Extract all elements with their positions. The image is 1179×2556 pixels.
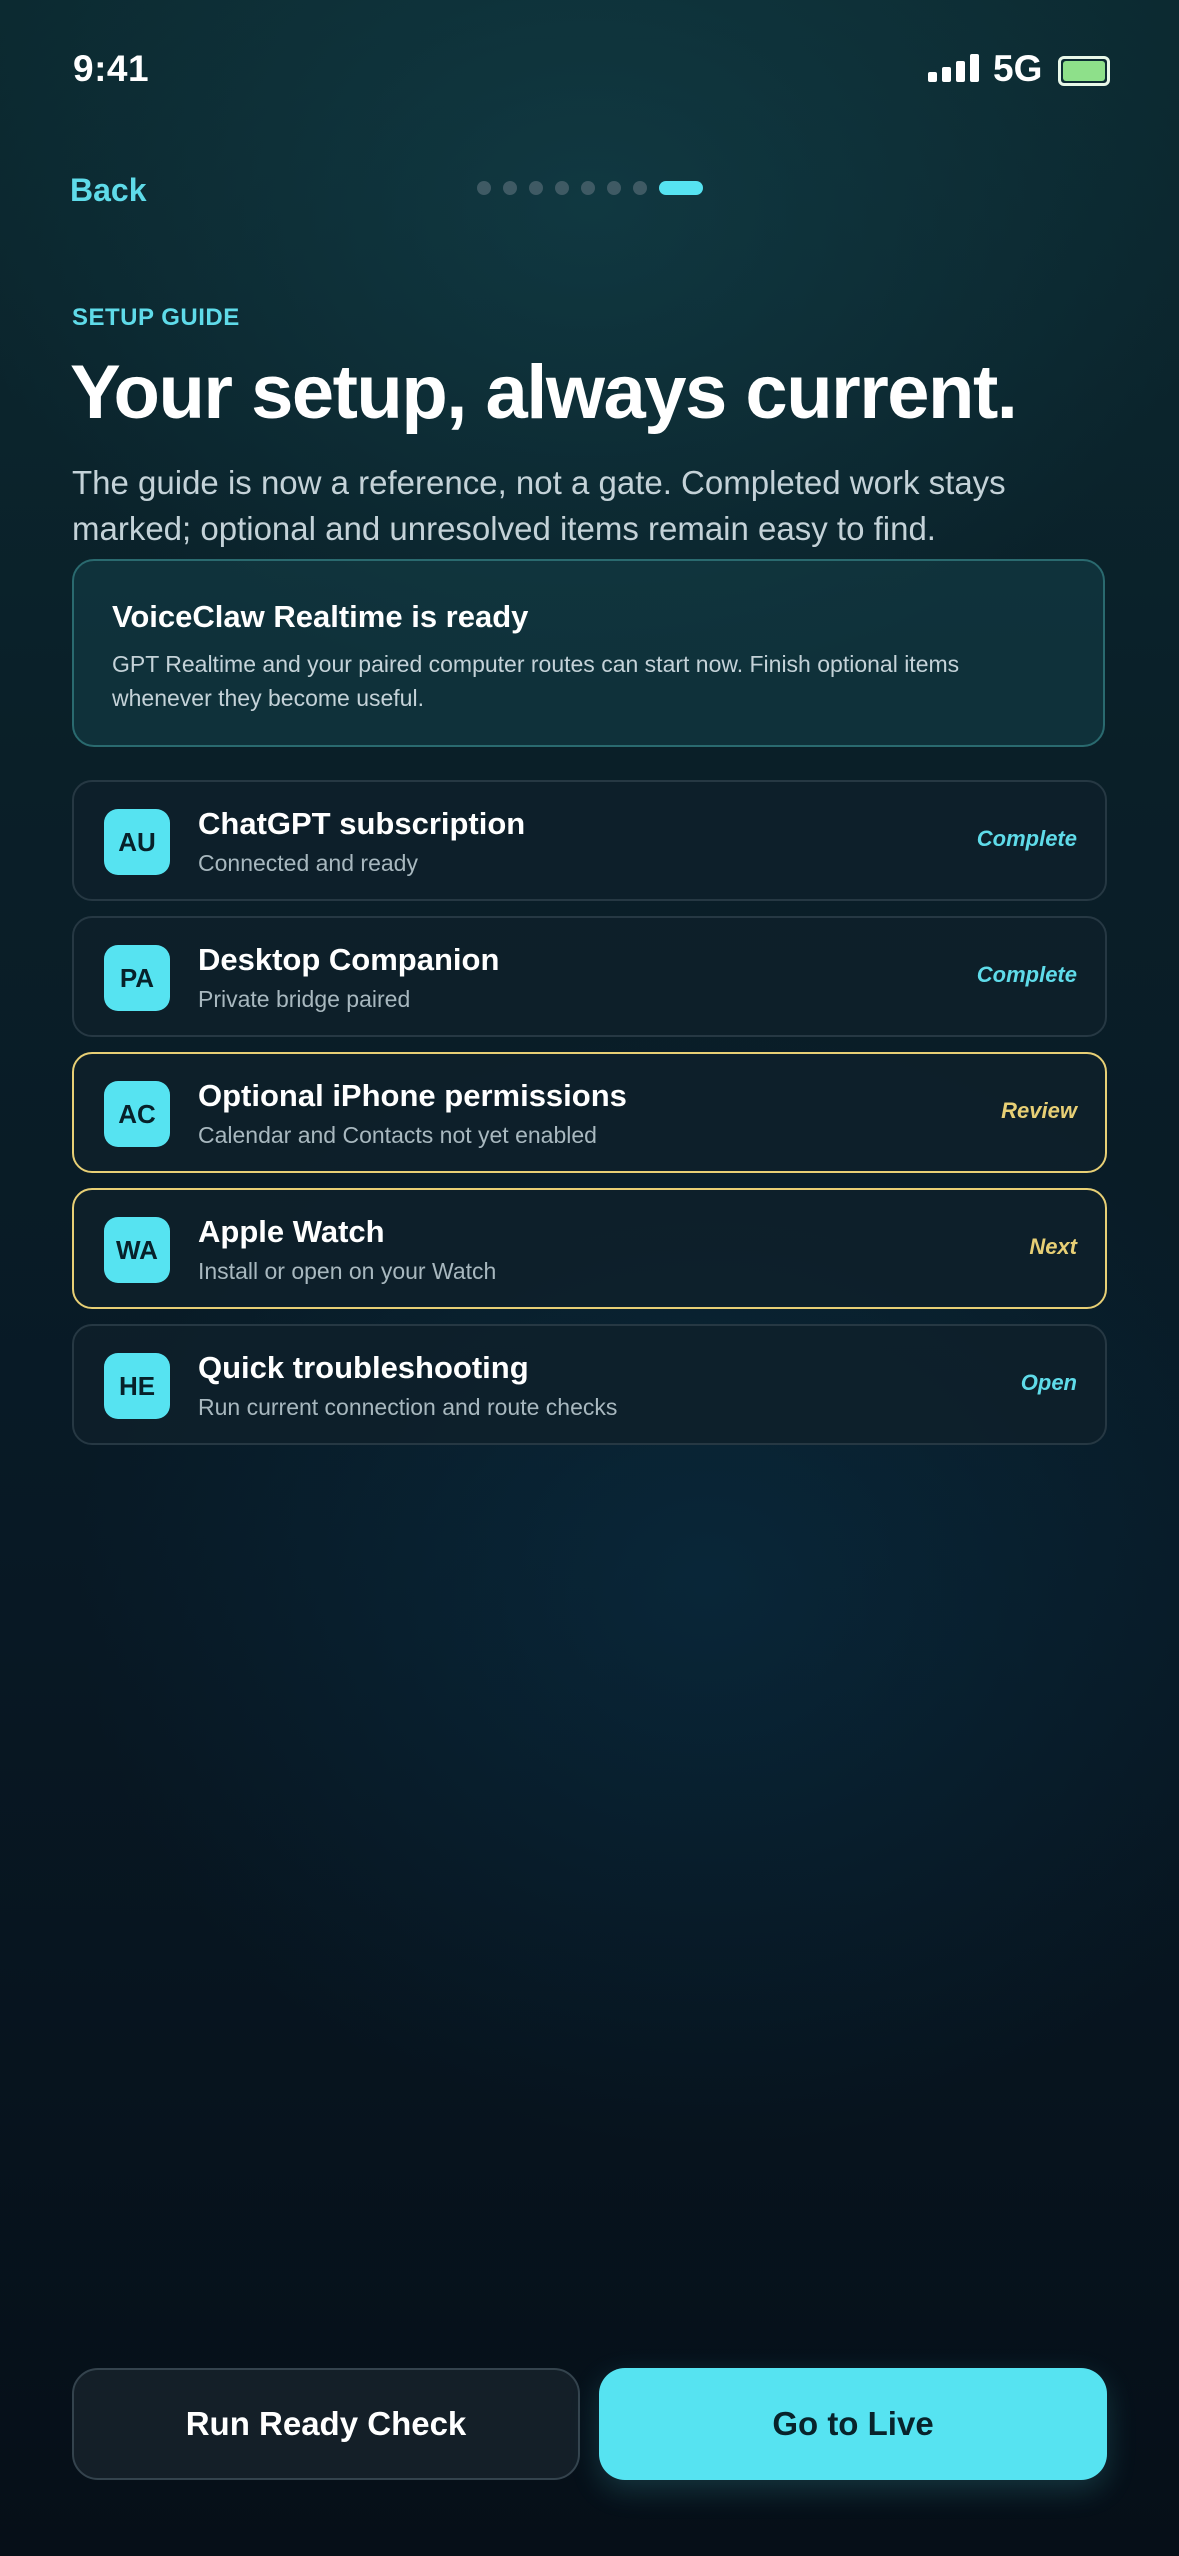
ready-card: VoiceClaw Realtime is ready GPT Realtime… — [72, 559, 1105, 747]
battery-icon — [1058, 56, 1110, 86]
item-title: Quick troubleshooting — [198, 1350, 529, 1385]
item-title: Optional iPhone permissions — [198, 1078, 627, 1113]
item-subtitle: Run current connection and route checks — [198, 1394, 618, 1420]
ready-card-title: VoiceClaw Realtime is ready — [112, 599, 529, 634]
ready-card-body: GPT Realtime and your paired computer ro… — [112, 651, 960, 711]
setup-item-apple-watch[interactable]: WA Apple Watch Install or open on your W… — [72, 1188, 1107, 1309]
item-badge: WA — [104, 1217, 170, 1283]
page-title: Your setup, always current. — [70, 350, 1018, 435]
item-badge: PA — [104, 945, 170, 1011]
item-status: Open — [1020, 1370, 1077, 1395]
item-status: Review — [1001, 1098, 1077, 1123]
item-status: Next — [1029, 1234, 1077, 1259]
back-button[interactable]: Back — [70, 172, 147, 209]
progress-dot-active — [659, 181, 703, 195]
item-subtitle: Calendar and Contacts not yet enabled — [198, 1122, 597, 1148]
page-subtitle: The guide is now a reference, not a gate… — [72, 464, 1006, 547]
item-title: ChatGPT subscription — [198, 806, 526, 841]
item-status: Complete — [976, 826, 1077, 851]
progress-dot — [581, 181, 595, 195]
go-to-live-button[interactable]: Go to Live — [599, 2368, 1107, 2480]
progress-dot — [503, 181, 517, 195]
progress-dot — [529, 181, 543, 195]
item-subtitle: Install or open on your Watch — [198, 1258, 497, 1284]
network-type: 5G — [993, 48, 1043, 89]
item-title: Desktop Companion — [198, 942, 500, 977]
item-badge: AC — [104, 1081, 170, 1147]
setup-item-chatgpt-subscription[interactable]: AU ChatGPT subscription Connected and re… — [72, 780, 1107, 901]
setup-item-iphone-permissions[interactable]: AC Optional iPhone permissions Calendar … — [72, 1052, 1107, 1173]
section-eyebrow: SETUP GUIDE — [72, 304, 240, 331]
cellular-signal-icon — [928, 54, 979, 82]
item-subtitle: Connected and ready — [198, 850, 418, 876]
progress-dot — [633, 181, 647, 195]
item-badge: HE — [104, 1353, 170, 1419]
status-time: 9:41 — [73, 48, 150, 89]
item-badge: AU — [104, 809, 170, 875]
setup-item-quick-troubleshooting[interactable]: HE Quick troubleshooting Run current con… — [72, 1324, 1107, 1445]
setup-item-list: AU ChatGPT subscription Connected and re… — [72, 780, 1107, 1460]
progress-dot — [477, 181, 491, 195]
item-status: Complete — [976, 962, 1077, 987]
progress-dot — [607, 181, 621, 195]
item-title: Apple Watch — [198, 1214, 385, 1249]
item-subtitle: Private bridge paired — [198, 986, 411, 1012]
setup-item-desktop-companion[interactable]: PA Desktop Companion Private bridge pair… — [72, 916, 1107, 1037]
run-ready-check-button[interactable]: Run Ready Check — [72, 2368, 580, 2480]
progress-dot — [555, 181, 569, 195]
page-progress-indicator — [477, 181, 703, 195]
